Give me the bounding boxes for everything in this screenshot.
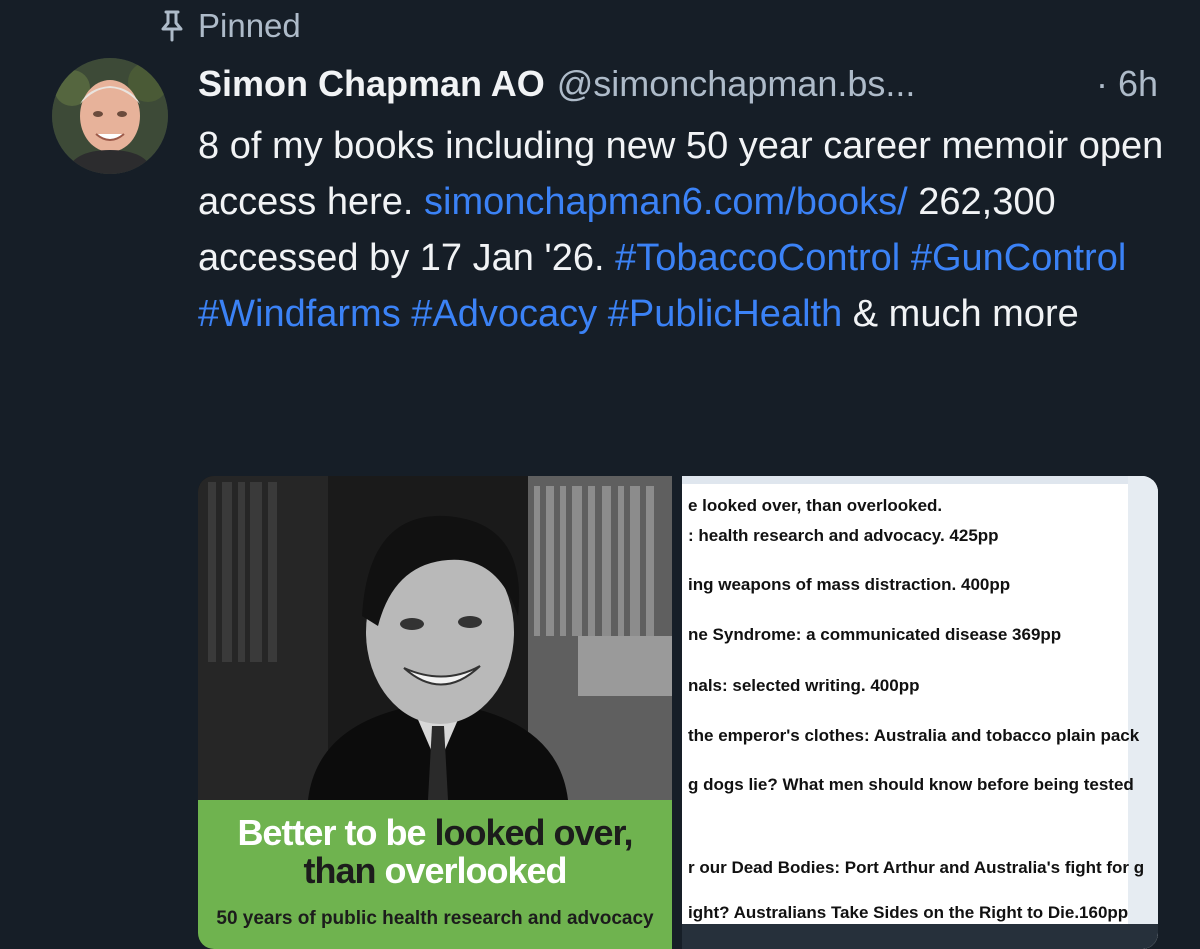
author-handle[interactable]: @simonchapman.bs... (557, 63, 916, 105)
post-header: Simon Chapman AO @simonchapman.bs... · 6… (198, 58, 1158, 110)
hashtag-advocacy[interactable]: #Advocacy (411, 293, 597, 335)
cover-subtitle: 50 years of public health research and a… (216, 908, 654, 929)
hashtag-tobaccocontrol[interactable]: #TobaccoControl (615, 237, 900, 279)
author-display-name[interactable]: Simon Chapman AO (198, 63, 545, 105)
cover-photo (198, 476, 672, 800)
cover-title-part-2b: overlooked (384, 850, 567, 891)
book-list-line: nals: selected writing. 400pp (688, 676, 920, 695)
book-list-line: ight? Australians Take Sides on the Righ… (688, 903, 1129, 922)
post-text: 8 of my books including new 50 year care… (198, 118, 1178, 342)
pinned-post[interactable]: Pinned Simon Chapman AO @simonchapman.bs… (0, 0, 1200, 949)
pinned-label: Pinned (198, 7, 301, 44)
document-bottom-bar (682, 924, 1158, 949)
book-list-line: e looked over, than overlooked. (688, 496, 943, 515)
hashtag-windfarms[interactable]: #Windfarms (198, 293, 401, 335)
post-text-outro: & much more (842, 293, 1079, 335)
book-list-line: the emperor's clothes: Australia and tob… (688, 726, 1140, 745)
book-list-line: g dogs lie? What men should know before … (688, 775, 1134, 794)
book-list-line: r our Dead Bodies: Port Arthur and Austr… (688, 858, 1145, 877)
document-scroll-strip (1128, 476, 1158, 949)
cover-title-part-2a: than (303, 850, 385, 891)
book-list-line: ne Syndrome: a communicated disease 369p… (688, 625, 1062, 644)
book-list-line: : health research and advocacy. 425pp (688, 526, 999, 545)
post-timestamp[interactable]: · 6h (1096, 63, 1158, 105)
pin-icon (158, 9, 186, 43)
pinned-indicator: Pinned (158, 6, 301, 46)
hashtag-guncontrol[interactable]: #GunControl (911, 237, 1126, 279)
books-link[interactable]: simonchapman6.com/books/ (424, 181, 908, 223)
cover-title-part-1a: Better to be (237, 812, 435, 853)
cover-title: Better to be looked over, than overlooke… (198, 814, 672, 890)
avatar[interactable] (52, 58, 168, 174)
hashtag-publichealth[interactable]: #PublicHealth (608, 293, 842, 335)
media-image-book-cover[interactable]: Better to be looked over, than overlooke… (198, 476, 672, 949)
media-image-book-list[interactable]: e looked over, than overlooked. : health… (682, 476, 1158, 949)
document-top-edge (682, 476, 1128, 484)
book-list-line: ing weapons of mass distraction. 400pp (688, 575, 1011, 594)
cover-title-part-1b: looked over, (434, 812, 633, 853)
